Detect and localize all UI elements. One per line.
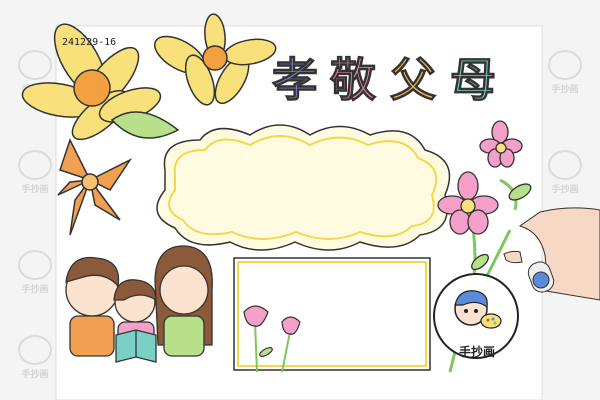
title-char: 孝	[272, 53, 319, 108]
title-char: 父	[390, 53, 437, 108]
paper-code: 241229-16	[62, 37, 117, 48]
logo-text: 手抄画	[458, 345, 495, 359]
title-char: 敬	[330, 53, 377, 108]
drawing-scene: 手抄画 手抄画 手抄画 手抄画 手抄画 手抄画	[0, 0, 600, 400]
logo-face-icon	[454, 290, 502, 329]
title-char: 母	[450, 53, 497, 108]
